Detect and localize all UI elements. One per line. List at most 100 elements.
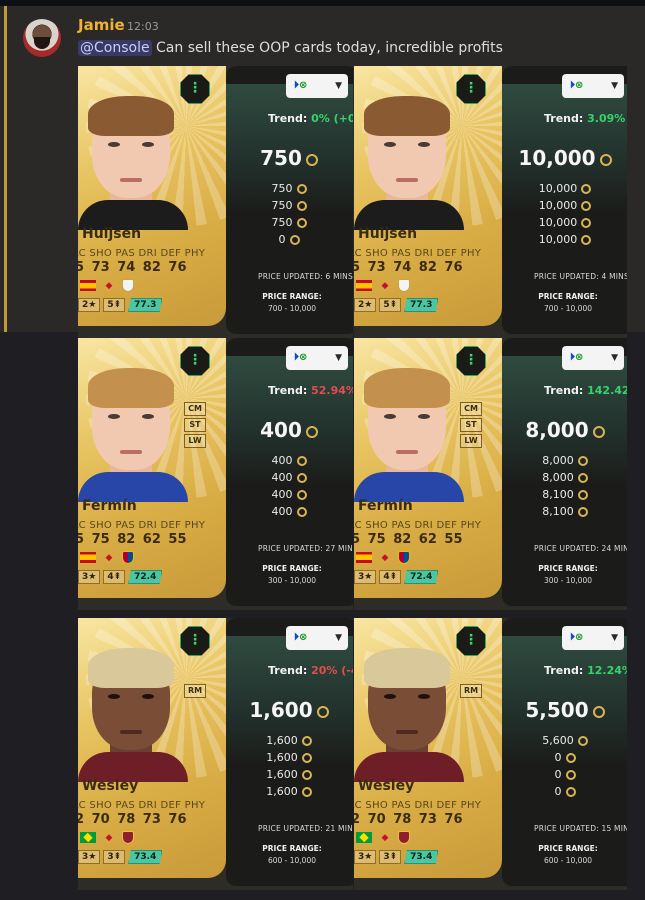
price-history-item: 0 [502, 785, 627, 798]
player-photo [78, 362, 188, 502]
more-options-button[interactable]: ⋮ [456, 626, 486, 656]
coin-icon [592, 705, 605, 718]
price-range-label: PRICE RANGE: [262, 844, 322, 853]
league-icon: ◆ [105, 280, 113, 291]
price-history-value: 1,600 [266, 768, 298, 781]
player-price-card[interactable]: ⋮ Huijsen PAC SHO PAS DRI DEF PHY 5 73 74 8… [78, 66, 353, 338]
timestamp: 12:03 [127, 20, 159, 33]
more-options-button[interactable]: ⋮ [456, 346, 486, 376]
current-price-value: 8,000 [525, 418, 589, 442]
price-panel: ⏵⊗ ▼ Trend: 0% (+0 750 750 750 750 0 PRICE UPDAT… [226, 66, 353, 334]
coin-icon [296, 184, 307, 194]
player-price-card[interactable]: ⋮ Huijsen PAC SHO PAS DRI DEF PHY 5 73 74 8… [354, 66, 627, 338]
weak-foot-badge: 5⇞ [103, 298, 126, 312]
trend-label: Trend: [544, 664, 588, 677]
price-history-value: 1,600 [266, 785, 298, 798]
trend-value: 0% (+0 [311, 112, 353, 125]
skill-moves-badge: 3★ [78, 850, 101, 864]
message-body: Can sell these OOP cards today, incredib… [156, 40, 503, 56]
player-card[interactable]: ⋮ RM Wesley PAC SHO PAS DRI DEF PHY 2 70 78 … [78, 618, 226, 878]
alt-position-badge: LW [184, 434, 206, 448]
stat-labels: PAC SHO PAS DRI DEF PHY [78, 520, 206, 531]
nation-flag-icon [80, 832, 96, 843]
player-price-card[interactable]: ⋮ RM Wesley PAC SHO PAS DRI DEF PHY 2 70 78 … [78, 618, 353, 890]
player-eye-right [142, 414, 154, 419]
platform-select[interactable]: ⏵⊗ ▼ [286, 626, 348, 650]
alt-position-badge: CM [184, 402, 206, 416]
coin-icon [296, 218, 307, 228]
current-price: 1,600 [226, 698, 352, 722]
card-attributes: 3★ 4⇞ 72.4 [354, 570, 439, 584]
price-updated: PRICE UPDATED: 21 MINS [258, 824, 353, 833]
stat-labels: PAC SHO PAS DRI DEF PHY [354, 800, 482, 811]
price-history-value: 8,000 [542, 454, 574, 467]
more-options-button[interactable]: ⋮ [456, 74, 486, 104]
player-name: Wesley [358, 778, 415, 794]
rating-badge: 77.3 [128, 298, 163, 312]
player-card[interactable]: ⋮ RM Wesley PAC SHO PAS DRI DEF PHY 2 70 78 … [354, 618, 502, 878]
player-name: Huijsen [82, 226, 142, 242]
price-history-value: 0 [278, 233, 286, 246]
trend-indicator: Trend: 0% (+0 [268, 112, 353, 125]
more-options-button[interactable]: ⋮ [180, 346, 210, 376]
price-history-item: 8,000 [502, 454, 627, 467]
price-history-item: 750 [226, 182, 352, 195]
trend-label: Trend: [544, 384, 588, 397]
platform-select[interactable]: ⏵⊗ ▼ [562, 74, 624, 98]
trend-indicator: Trend: 142.42% (+4 [544, 384, 627, 397]
trend-value: 142.42% (+4 [587, 384, 627, 397]
platform-select[interactable]: ⏵⊗ ▼ [286, 74, 348, 98]
current-price: 400 [226, 418, 352, 442]
player-hair [88, 368, 174, 408]
coin-icon [296, 456, 307, 466]
player-eye-right [418, 694, 430, 699]
coin-icon [577, 490, 588, 500]
username[interactable]: Jamie [78, 16, 125, 34]
platform-select[interactable]: ⏵⊗ ▼ [562, 346, 624, 370]
rating-badge: 72.4 [404, 570, 439, 584]
stat-labels: PAC SHO PAS DRI DEF PHY [354, 248, 482, 259]
player-card[interactable]: ⋮ Huijsen PAC SHO PAS DRI DEF PHY 5 73 74 8… [354, 66, 502, 326]
price-history-value: 1,600 [266, 751, 298, 764]
player-card[interactable]: ⋮ CM ST LW Fermín PAC SHO PAS DRI DEF PHY 5 75… [78, 338, 226, 598]
player-price-card[interactable]: ⋮ RM Wesley PAC SHO PAS DRI DEF PHY 2 70 78 … [354, 618, 627, 890]
card-attributes: 2★ 5⇞ 77.3 [354, 298, 439, 312]
stat-labels: PAC SHO PAS DRI DEF PHY [354, 520, 482, 531]
price-history-item: 8,000 [502, 471, 627, 484]
player-eye-right [418, 142, 430, 147]
coin-icon [305, 425, 318, 438]
coin-icon [577, 507, 588, 517]
price-history-item: 400 [226, 505, 352, 518]
player-eye-left [384, 142, 396, 147]
rating-badge: 73.4 [128, 850, 163, 864]
player-card[interactable]: ⋮ Huijsen PAC SHO PAS DRI DEF PHY 5 73 74 8… [78, 66, 226, 326]
platform-select[interactable]: ⏵⊗ ▼ [562, 626, 624, 650]
current-price: 10,000 [502, 146, 627, 170]
player-hair [364, 96, 450, 136]
trend-indicator: Trend: 12.24% (+6 [544, 664, 627, 677]
price-history-value: 5,600 [542, 734, 574, 747]
nation-league-club: ◆ [356, 831, 410, 844]
mention[interactable]: @Console [78, 40, 152, 56]
price-history-value: 400 [271, 488, 293, 501]
price-updated: PRICE UPDATED: 27 MINS [258, 544, 353, 553]
weak-foot-badge: 3⇞ [103, 850, 126, 864]
price-panel: ⏵⊗▼Trend: 142.42% (+48,0008,0008,0008,10… [502, 338, 627, 606]
alt-position-badge: ST [460, 418, 482, 432]
player-hair [88, 96, 174, 136]
player-mouth [120, 730, 142, 734]
platform-select[interactable]: ⏵⊗ ▼ [286, 346, 348, 370]
player-card[interactable]: ⋮ CM ST LW Fermín PAC SHO PAS DRI DEF PHY 5 75… [354, 338, 502, 598]
price-range-label: PRICE RANGE: [538, 292, 598, 301]
player-name: Huijsen [358, 226, 418, 242]
more-options-button[interactable]: ⋮ [180, 626, 210, 656]
card-attributes: 3★ 3⇞ 73.4 [354, 850, 439, 864]
highlight-accent-bar [4, 6, 7, 332]
avatar[interactable] [23, 19, 61, 57]
more-options-button[interactable]: ⋮ [180, 74, 210, 104]
player-price-card[interactable]: ⋮ CM ST LW Fermín PAC SHO PAS DRI DEF PHY 5 75… [78, 338, 353, 610]
player-price-card[interactable]: ⋮ CM ST LW Fermín PAC SHO PAS DRI DEF PHY 5 75… [354, 338, 627, 610]
weak-foot-badge: 4⇞ [379, 570, 402, 584]
weak-foot-badge: 3⇞ [379, 850, 402, 864]
coin-icon [296, 473, 307, 483]
